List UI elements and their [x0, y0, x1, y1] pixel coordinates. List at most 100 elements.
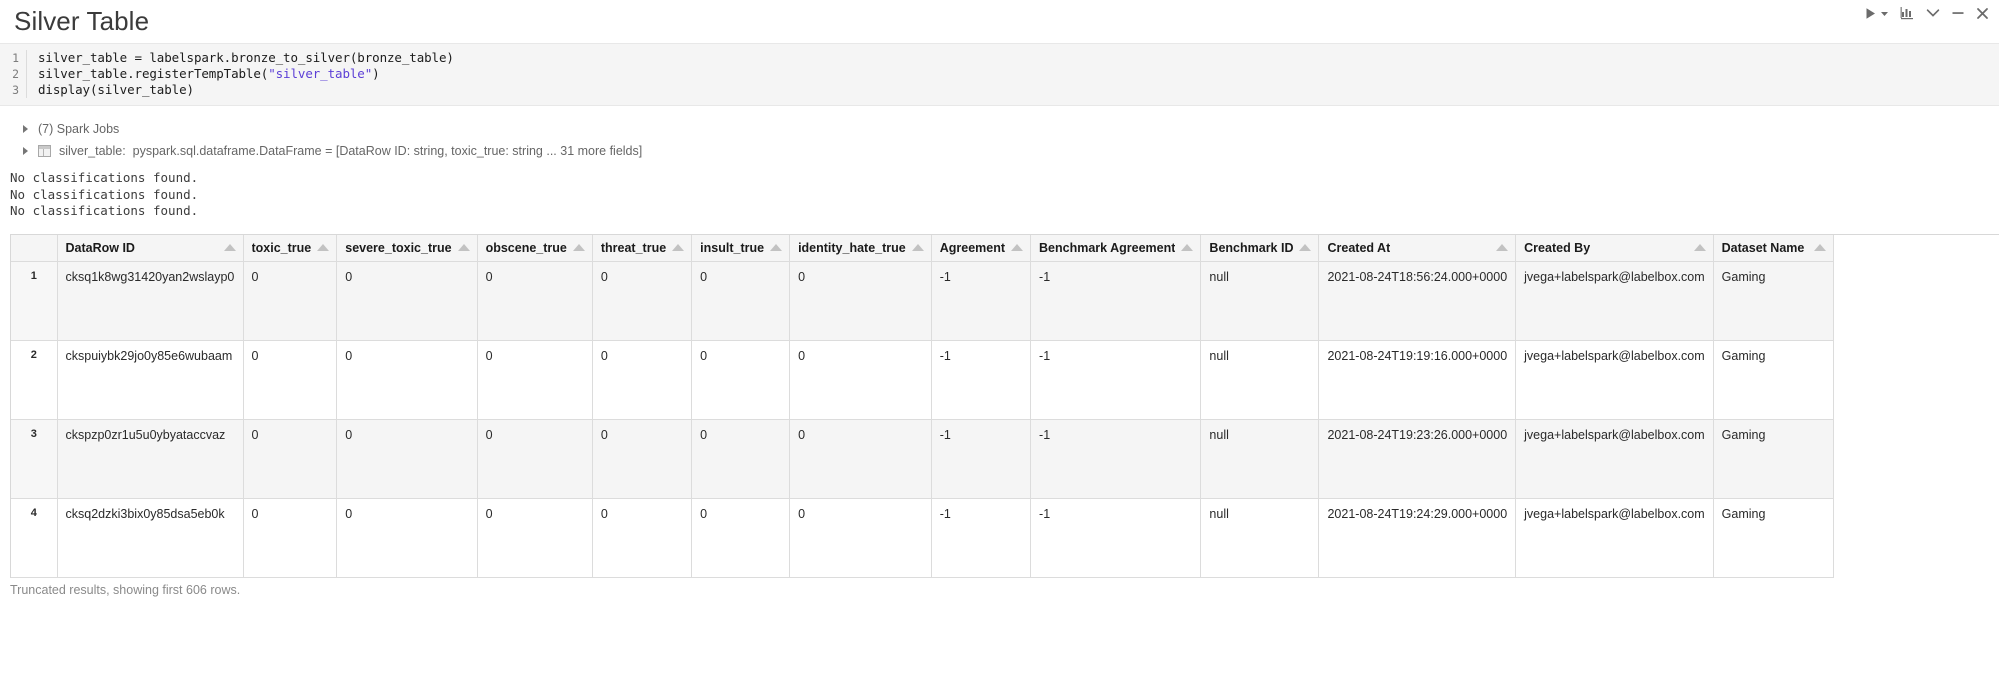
- code-line-text[interactable]: silver_table.registerTempTable("silver_t…: [26, 66, 1999, 82]
- table-cell: -1: [1031, 261, 1201, 340]
- table-header: DataRow IDtoxic_true severe_toxic_true obs…: [11, 235, 1833, 262]
- table-cell: null: [1201, 419, 1319, 498]
- sort-ascending-icon[interactable]: [1011, 244, 1023, 251]
- column-header-created-by[interactable]: Created By: [1516, 235, 1714, 262]
- expand-caret-icon[interactable]: [22, 147, 31, 156]
- column-header-identity-hate-true[interactable]: identity_hate_true: [790, 235, 932, 262]
- sort-ascending-icon[interactable]: [458, 244, 470, 251]
- code-line-3: 3 display(silver_table): [0, 82, 1999, 98]
- line-number: 2: [0, 66, 26, 82]
- table-cell: 0: [592, 261, 691, 340]
- table-cell: cksq2dzki3bix0y85dsa5eb0k: [57, 498, 243, 577]
- code-line-1: 1 silver_table = labelspark.bronze_to_si…: [0, 50, 1999, 66]
- cell-toolbar: [1864, 6, 1989, 20]
- column-header-benchmark-id[interactable]: Benchmark ID: [1201, 235, 1319, 262]
- table-cell: 0: [337, 419, 477, 498]
- table-cell: 2021-08-24T19:19:16.000+0000: [1319, 340, 1516, 419]
- sort-ascending-icon[interactable]: [317, 244, 329, 251]
- table-row[interactable]: 3ckspzp0zr1u5u0ybyataccvaz000000-1-1null…: [11, 419, 1833, 498]
- column-header-toxic-true[interactable]: toxic_true: [243, 235, 337, 262]
- dataframe-schema-label: silver_table: pyspark.sql.dataframe.Data…: [59, 144, 642, 158]
- row-number: 2: [11, 340, 57, 419]
- bar-chart-icon[interactable]: [1900, 6, 1915, 20]
- table-cell: -1: [1031, 340, 1201, 419]
- result-table: DataRow IDtoxic_true severe_toxic_true obs…: [11, 235, 1834, 578]
- code-string-literal: "silver_table": [268, 66, 372, 81]
- minus-icon[interactable]: [1951, 7, 1965, 19]
- table-cell: 0: [592, 498, 691, 577]
- table-header-row: DataRow IDtoxic_true severe_toxic_true obs…: [11, 235, 1833, 262]
- row-number: 1: [11, 261, 57, 340]
- table-cell: 0: [337, 340, 477, 419]
- table-cell: -1: [1031, 498, 1201, 577]
- table-cell: 0: [592, 340, 691, 419]
- column-header-created-at[interactable]: Created At: [1319, 235, 1516, 262]
- table-cell: -1: [931, 340, 1030, 419]
- sort-ascending-icon[interactable]: [912, 244, 924, 251]
- table-row[interactable]: 4cksq2dzki3bix0y85dsa5eb0k000000-1-1null…: [11, 498, 1833, 577]
- result-table-container[interactable]: DataRow IDtoxic_true severe_toxic_true obs…: [10, 234, 1999, 578]
- row-number: 3: [11, 419, 57, 498]
- column-header-threat-true[interactable]: threat_true: [592, 235, 691, 262]
- code-line-text[interactable]: silver_table = labelspark.bronze_to_silv…: [26, 50, 1999, 66]
- sort-ascending-icon[interactable]: [1694, 244, 1706, 251]
- expand-caret-icon[interactable]: [22, 125, 31, 134]
- sort-ascending-icon[interactable]: [1181, 244, 1193, 251]
- line-number: 1: [0, 50, 26, 66]
- table-cell: 2021-08-24T19:24:29.000+0000: [1319, 498, 1516, 577]
- table-cell: 0: [692, 498, 790, 577]
- table-cell: 0: [243, 340, 337, 419]
- column-header-label: identity_hate_true: [798, 241, 906, 255]
- column-header-label: insult_true: [700, 241, 764, 255]
- table-cell: Gaming: [1713, 419, 1833, 498]
- table-cell: 0: [692, 340, 790, 419]
- column-header-label: threat_true: [601, 241, 666, 255]
- close-icon[interactable]: [1976, 7, 1989, 20]
- sort-ascending-icon[interactable]: [1496, 244, 1508, 251]
- column-header-obscene-true[interactable]: obscene_true: [477, 235, 592, 262]
- column-header-label: severe_toxic_true: [345, 241, 451, 255]
- table-cell: jvega+labelspark@labelbox.com: [1516, 498, 1714, 577]
- code-line-2: 2 silver_table.registerTempTable("silver…: [0, 66, 1999, 82]
- sort-ascending-icon[interactable]: [770, 244, 782, 251]
- cell-results: (7) Spark Jobs silver_table: pyspark.sql…: [0, 118, 1999, 597]
- column-header-severe-toxic-true[interactable]: severe_toxic_true: [337, 235, 477, 262]
- column-header-datarow-id[interactable]: DataRow ID: [57, 235, 243, 262]
- table-cell: 0: [477, 498, 592, 577]
- table-cell: 0: [692, 261, 790, 340]
- play-icon[interactable]: [1864, 7, 1877, 20]
- table-icon: [38, 145, 51, 157]
- table-cell: 2021-08-24T18:56:24.000+0000: [1319, 261, 1516, 340]
- sort-ascending-icon[interactable]: [1814, 244, 1826, 251]
- table-cell: 0: [790, 498, 932, 577]
- table-cell: 0: [477, 340, 592, 419]
- table-cell: 0: [790, 419, 932, 498]
- table-cell: jvega+labelspark@labelbox.com: [1516, 340, 1714, 419]
- column-header-label: Created At: [1327, 241, 1390, 255]
- sort-ascending-icon[interactable]: [672, 244, 684, 251]
- chevron-down-icon[interactable]: [1926, 7, 1940, 19]
- chevron-down-small-icon[interactable]: [1880, 9, 1889, 18]
- table-cell: 0: [692, 419, 790, 498]
- code-editor[interactable]: 1 silver_table = labelspark.bronze_to_si…: [0, 43, 1999, 106]
- code-line-text[interactable]: display(silver_table): [26, 82, 1999, 98]
- column-header-benchmark-agreement[interactable]: Benchmark Agreement: [1031, 235, 1201, 262]
- sort-ascending-icon[interactable]: [224, 244, 236, 251]
- spark-jobs-label: (7) Spark Jobs: [38, 122, 119, 136]
- sort-ascending-icon[interactable]: [1299, 244, 1311, 251]
- dataframe-schema-row[interactable]: silver_table: pyspark.sql.dataframe.Data…: [0, 140, 1999, 162]
- spark-jobs-row[interactable]: (7) Spark Jobs: [0, 118, 1999, 140]
- sort-ascending-icon[interactable]: [573, 244, 585, 251]
- truncation-note: Truncated results, showing first 606 row…: [0, 578, 1999, 597]
- notebook-cell-header: Silver Table: [0, 0, 1999, 42]
- table-cell: jvega+labelspark@labelbox.com: [1516, 261, 1714, 340]
- column-header-agreement[interactable]: Agreement: [931, 235, 1030, 262]
- column-header-label: Dataset Name: [1722, 241, 1805, 255]
- column-header-insult-true[interactable]: insult_true: [692, 235, 790, 262]
- column-header-label: obscene_true: [486, 241, 567, 255]
- table-cell: 0: [790, 261, 932, 340]
- table-row[interactable]: 1cksq1k8wg31420yan2wslayp0000000-1-1null…: [11, 261, 1833, 340]
- column-header-dataset-name[interactable]: Dataset Name: [1713, 235, 1833, 262]
- table-row[interactable]: 2ckspuiybk29jo0y85e6wubaam000000-1-1null…: [11, 340, 1833, 419]
- table-cell: Gaming: [1713, 340, 1833, 419]
